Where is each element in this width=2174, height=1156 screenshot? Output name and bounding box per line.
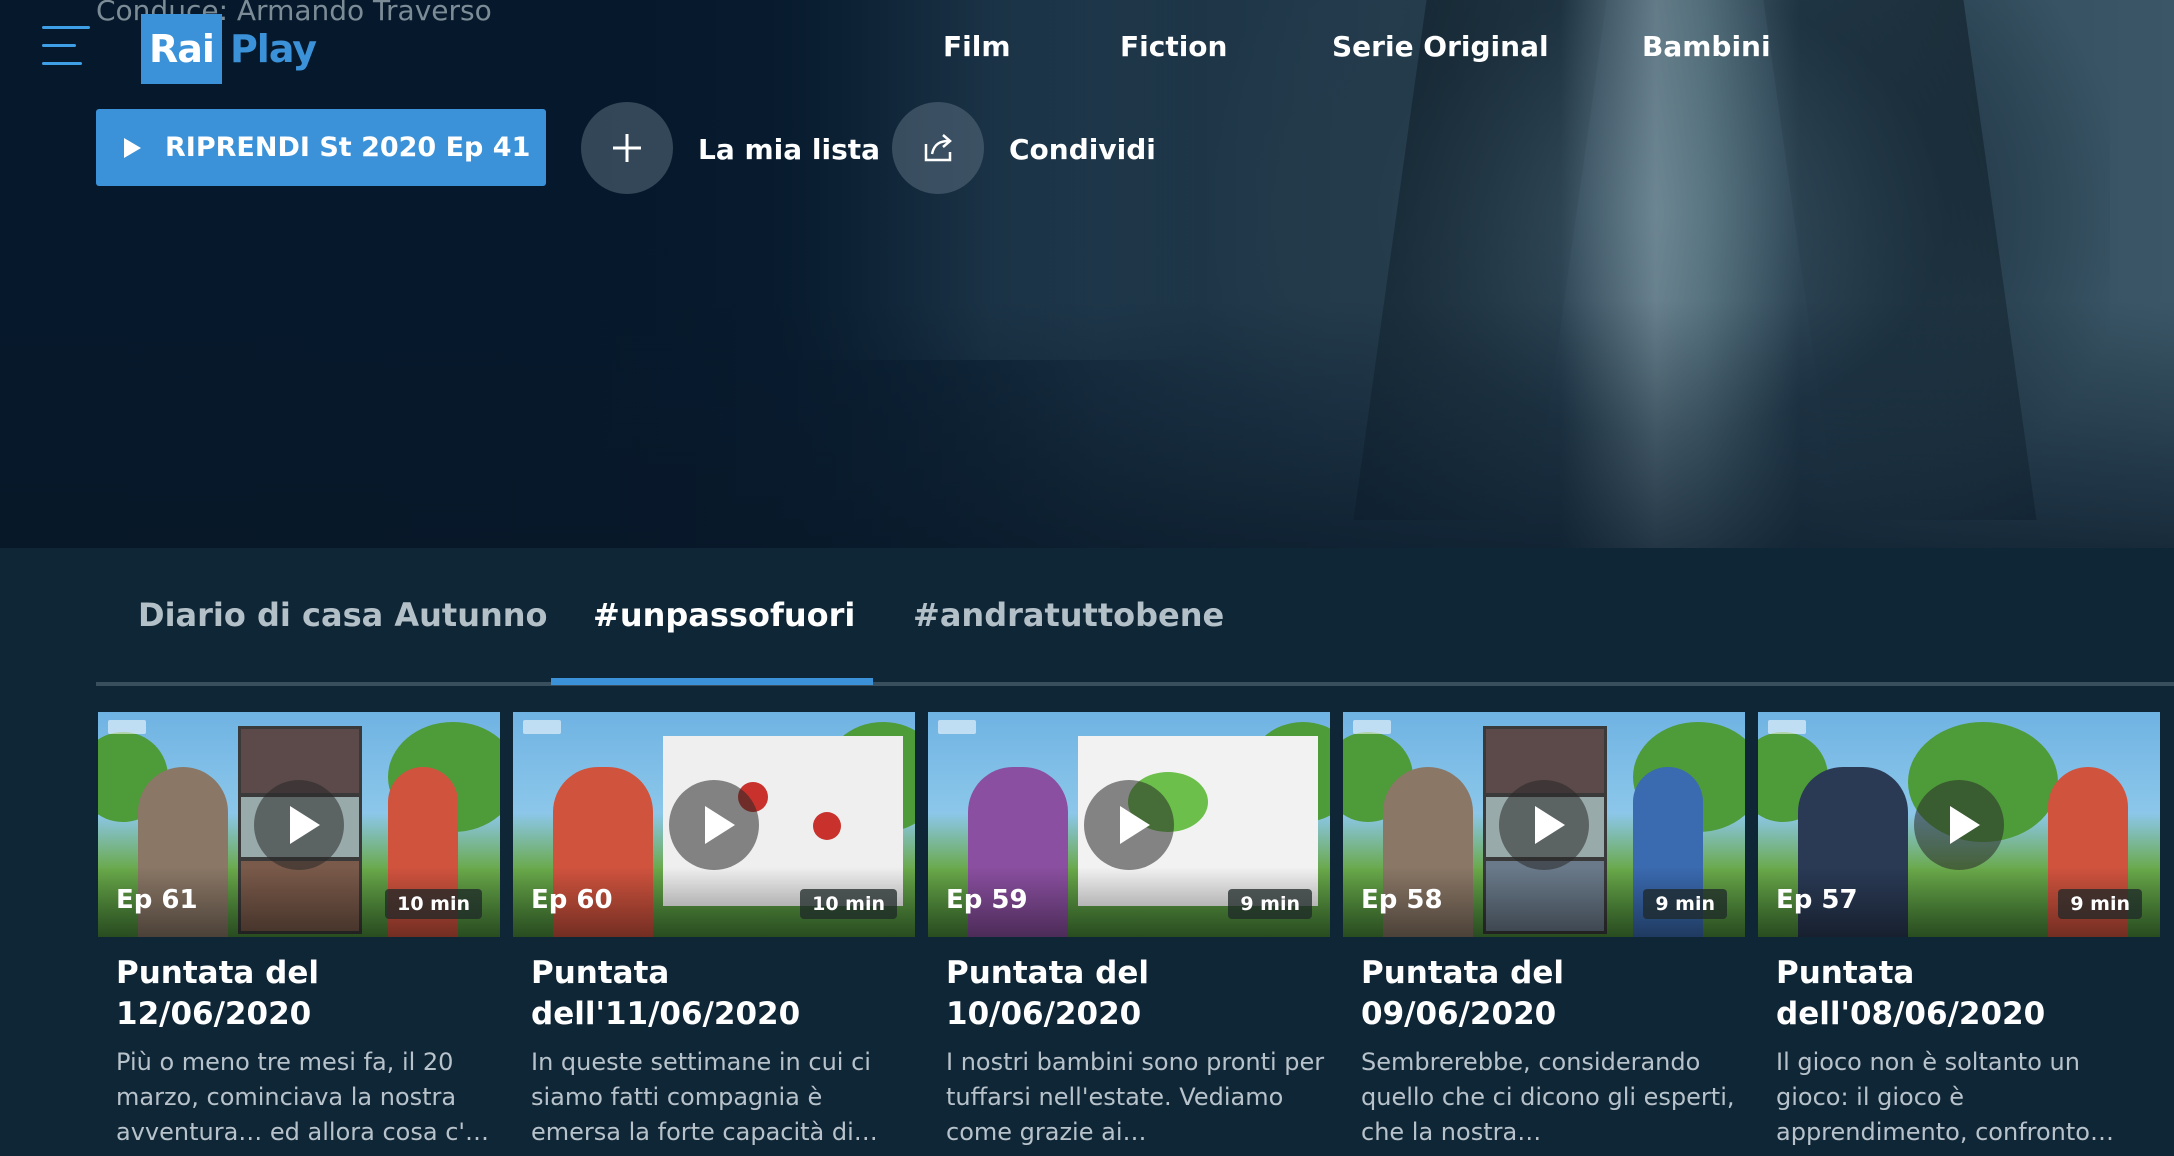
channel-logo — [1768, 720, 1806, 734]
episode-title[interactable]: Puntata del 09/06/2020 — [1361, 953, 1741, 1035]
play-icon[interactable] — [254, 779, 344, 870]
episode-thumbnail[interactable]: Ep 59 9 min — [928, 712, 1330, 937]
play-icon — [124, 137, 141, 158]
play-icon[interactable] — [1499, 779, 1589, 870]
share-label[interactable]: Condividi — [1009, 133, 1156, 166]
episode-number: Ep 61 — [116, 885, 198, 915]
episode-thumbnail[interactable]: Ep 60 10 min — [513, 712, 915, 937]
episode-duration: 9 min — [2058, 889, 2142, 919]
season-tabs: Diario di casa Autunno #unpassofuori #an… — [96, 548, 2174, 686]
share-button[interactable] — [892, 102, 984, 194]
tab-diario-di-casa-autunno[interactable]: Diario di casa Autunno — [138, 596, 548, 634]
play-icon[interactable] — [669, 779, 759, 870]
tab-unpassofuori[interactable]: #unpassofuori — [593, 596, 855, 634]
nav-item-serie-original[interactable]: Serie Original — [1332, 30, 1549, 63]
tab-andratuttobene[interactable]: #andratuttobene — [913, 596, 1224, 634]
episode-duration: 10 min — [385, 889, 482, 919]
play-icon[interactable] — [1914, 779, 2004, 870]
hero-fade-bottom — [0, 300, 2174, 548]
episode-title[interactable]: Puntata dell'11/06/2020 — [531, 953, 911, 1035]
nav-item-film[interactable]: Film — [943, 30, 1011, 63]
episode-description: In queste settimane in cui ci siamo fatt… — [531, 1048, 878, 1146]
plus-icon — [613, 134, 641, 162]
tabs-divider — [96, 682, 2174, 686]
play-icon[interactable] — [1084, 779, 1174, 870]
episode-thumbnail[interactable]: Ep 61 10 min — [98, 712, 500, 937]
episode-card[interactable]: Ep 57 9 min Puntata dell'08/06/2020 Il g… — [1758, 712, 2160, 1150]
hero-banner — [0, 0, 2174, 548]
resume-button[interactable]: RIPRENDI St 2020 Ep 41 — [96, 109, 546, 186]
episode-duration: 9 min — [1643, 889, 1727, 919]
raiplay-logo[interactable]: Rai Play — [141, 14, 317, 84]
channel-logo — [108, 720, 146, 734]
episode-title[interactable]: Puntata del 12/06/2020 — [116, 953, 496, 1035]
episode-card[interactable]: Ep 59 9 min Puntata del 10/06/2020 I nos… — [928, 712, 1330, 1150]
episode-thumbnail[interactable]: Ep 57 9 min — [1758, 712, 2160, 937]
episode-number: Ep 60 — [531, 885, 613, 915]
logo-play: Play — [229, 27, 317, 71]
episode-card[interactable]: Ep 61 10 min Puntata del 12/06/2020 Più … — [98, 712, 500, 1150]
share-icon — [924, 134, 952, 162]
channel-logo — [523, 720, 561, 734]
tab-active-indicator — [551, 678, 873, 685]
my-list-label[interactable]: La mia lista — [698, 133, 880, 166]
episode-description: I nostri bambini sono pronti per tuffars… — [946, 1048, 1325, 1146]
menu-icon[interactable] — [42, 26, 90, 66]
resume-label: RIPRENDI St 2020 Ep 41 — [165, 132, 531, 163]
logo-rai: Rai — [141, 14, 222, 84]
episode-thumbnail[interactable]: Ep 58 9 min — [1343, 712, 1745, 937]
episode-description: Il gioco non è soltanto un gioco: il gio… — [1776, 1048, 2114, 1146]
episode-duration: 9 min — [1228, 889, 1312, 919]
episode-duration: 10 min — [800, 889, 897, 919]
nav-item-fiction[interactable]: Fiction — [1120, 30, 1227, 63]
channel-logo — [938, 720, 976, 734]
episode-number: Ep 58 — [1361, 885, 1443, 915]
episode-number: Ep 59 — [946, 885, 1028, 915]
episode-card[interactable]: Ep 60 10 min Puntata dell'11/06/2020 In … — [513, 712, 915, 1150]
episode-card[interactable]: Ep 58 9 min Puntata del 09/06/2020 Sembr… — [1343, 712, 1745, 1150]
episode-description: Più o meno tre mesi fa, il 20 marzo, com… — [116, 1048, 489, 1146]
channel-logo — [1353, 720, 1391, 734]
add-to-list-button[interactable] — [581, 102, 673, 194]
episode-title[interactable]: Puntata del 10/06/2020 — [946, 953, 1326, 1035]
episode-description: Sembrerebbe, considerando quello che ci … — [1361, 1048, 1735, 1146]
episode-number: Ep 57 — [1776, 885, 1858, 915]
episode-title[interactable]: Puntata dell'08/06/2020 — [1776, 953, 2156, 1035]
nav-item-bambini[interactable]: Bambini — [1642, 30, 1771, 63]
